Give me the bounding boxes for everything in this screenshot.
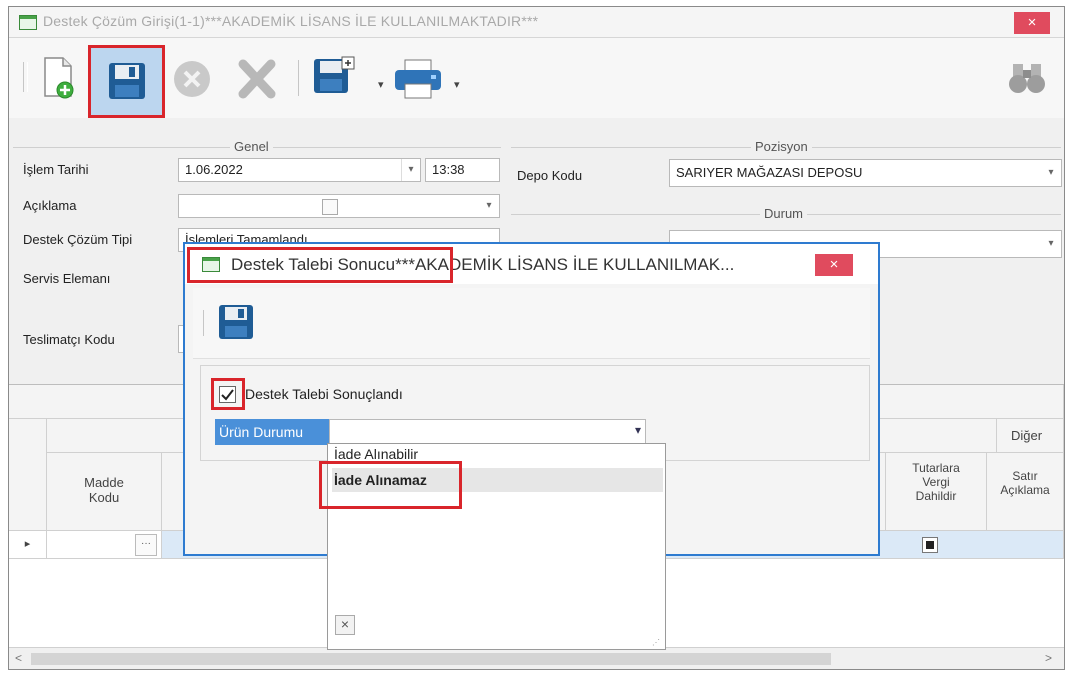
tutarlara-vergi-checkbox[interactable] <box>922 537 938 553</box>
dialog-toolbar-grip[interactable] <box>203 310 207 336</box>
column-header-madde-kodu[interactable]: Madde Kodu <box>47 453 162 531</box>
destek-cozum-tipi-label: Destek Çözüm Tipi <box>23 232 133 247</box>
time-value: 13:38 <box>432 162 465 177</box>
dialog-toolbar <box>193 288 870 359</box>
dialog-close-button[interactable]: × <box>815 254 853 276</box>
time-input[interactable]: 13:38 <box>425 158 500 182</box>
save-as-dropdown-caret[interactable]: ▾ <box>378 78 384 91</box>
binoculars-icon <box>1009 64 1045 93</box>
delete-x-icon <box>238 59 276 99</box>
checkbox-highlight <box>211 378 245 410</box>
islem-tarihi-value: 1.06.2022 <box>185 162 243 177</box>
date-dropdown-chevron-icon[interactable]: ▾ <box>401 159 420 181</box>
option-iade-alinabilir[interactable]: İade Alınabilir <box>332 444 663 462</box>
column-header-satir-aciklama[interactable]: Satır Açıklama <box>987 453 1064 531</box>
print-button[interactable] <box>393 58 445 100</box>
print-dropdown-caret[interactable]: ▾ <box>454 78 460 91</box>
window-title: Destek Çözüm Girişi(1-1)***AKADEMİK LİSA… <box>43 13 539 29</box>
depo-kodu-chevron-icon[interactable]: ▾ <box>1041 160 1061 186</box>
popup-close-icon[interactable]: × <box>335 615 355 635</box>
dialog-title-highlight <box>187 247 453 283</box>
horizontal-scrollbar[interactable]: < > <box>9 647 1064 669</box>
durum-chevron-icon[interactable]: ▾ <box>1041 231 1061 257</box>
save-as-button[interactable] <box>312 55 360 99</box>
memo-icon[interactable] <box>322 199 338 215</box>
delete-button[interactable] <box>235 58 279 100</box>
row-indicator-icon: ▸ <box>9 531 47 559</box>
islem-tarihi-input[interactable]: 1.06.2022 <box>178 158 421 182</box>
toolbar-grip[interactable] <box>23 62 28 92</box>
teslimatci-kodu-label: Teslimatçı Kodu <box>23 332 115 347</box>
scroll-left-icon[interactable]: < <box>15 651 22 665</box>
save-button-highlight <box>88 45 165 118</box>
scroll-thumb[interactable] <box>31 653 831 665</box>
urun-durumu-chevron-icon[interactable]: ▾ <box>635 423 641 437</box>
pozisyon-group-title: Pozisyon <box>751 139 812 154</box>
print-icon <box>395 59 441 99</box>
search-button[interactable] <box>1007 60 1047 96</box>
ellipsis-button[interactable]: ··· <box>135 534 157 556</box>
toolbar: ▾ ▾ <box>9 38 1064 118</box>
cancel-button[interactable] <box>171 58 213 100</box>
resize-grip-icon[interactable]: ⋰ <box>652 638 660 647</box>
durum-group-title: Durum <box>760 206 808 221</box>
aciklama-dropdown-chevron-icon[interactable]: ▾ <box>479 195 499 217</box>
servis-elemani-label: Servis Elemanı <box>23 271 111 286</box>
genel-group-title: Genel <box>230 139 273 154</box>
aciklama-input[interactable]: ▾ <box>178 194 500 218</box>
title-bar: Destek Çözüm Girişi(1-1)***AKADEMİK LİSA… <box>9 7 1064 38</box>
toolbar-separator <box>298 60 301 96</box>
dialog-save-button[interactable] <box>217 303 255 341</box>
urun-durumu-select[interactable]: ▾ <box>329 419 646 445</box>
urun-durumu-label: Ürün Durumu <box>215 419 329 445</box>
grid-band-diger: Diğer <box>997 419 1064 453</box>
column-header-tutarlara-vergi-dahildir[interactable]: Tutarlara Vergi Dahildir <box>886 453 987 531</box>
depo-kodu-select[interactable]: SARIYER MAĞAZASI DEPOSU ▾ <box>669 159 1062 187</box>
save-as-icon <box>314 56 355 93</box>
checkbox-fill <box>926 541 934 549</box>
new-document-button[interactable] <box>41 56 75 100</box>
depo-kodu-label: Depo Kodu <box>517 168 583 183</box>
scroll-right-icon[interactable]: > <box>1045 651 1052 665</box>
window-form-icon <box>19 15 37 30</box>
save-icon <box>219 305 253 339</box>
grid-indicator-header <box>9 419 47 531</box>
madde-kodu-cell[interactable]: ··· <box>47 531 162 559</box>
destek-talebi-sonuclandi-label: Destek Talebi Sonuçlandı <box>245 386 403 402</box>
islem-tarihi-label: İşlem Tarihi <box>23 162 89 177</box>
selected-option-highlight <box>319 461 462 509</box>
depo-kodu-value: SARIYER MAĞAZASI DEPOSU <box>676 165 863 180</box>
cancel-circle-icon <box>174 61 210 97</box>
new-document-icon <box>44 57 74 99</box>
aciklama-label: Açıklama <box>23 198 77 213</box>
window-close-button[interactable]: × <box>1014 12 1050 34</box>
